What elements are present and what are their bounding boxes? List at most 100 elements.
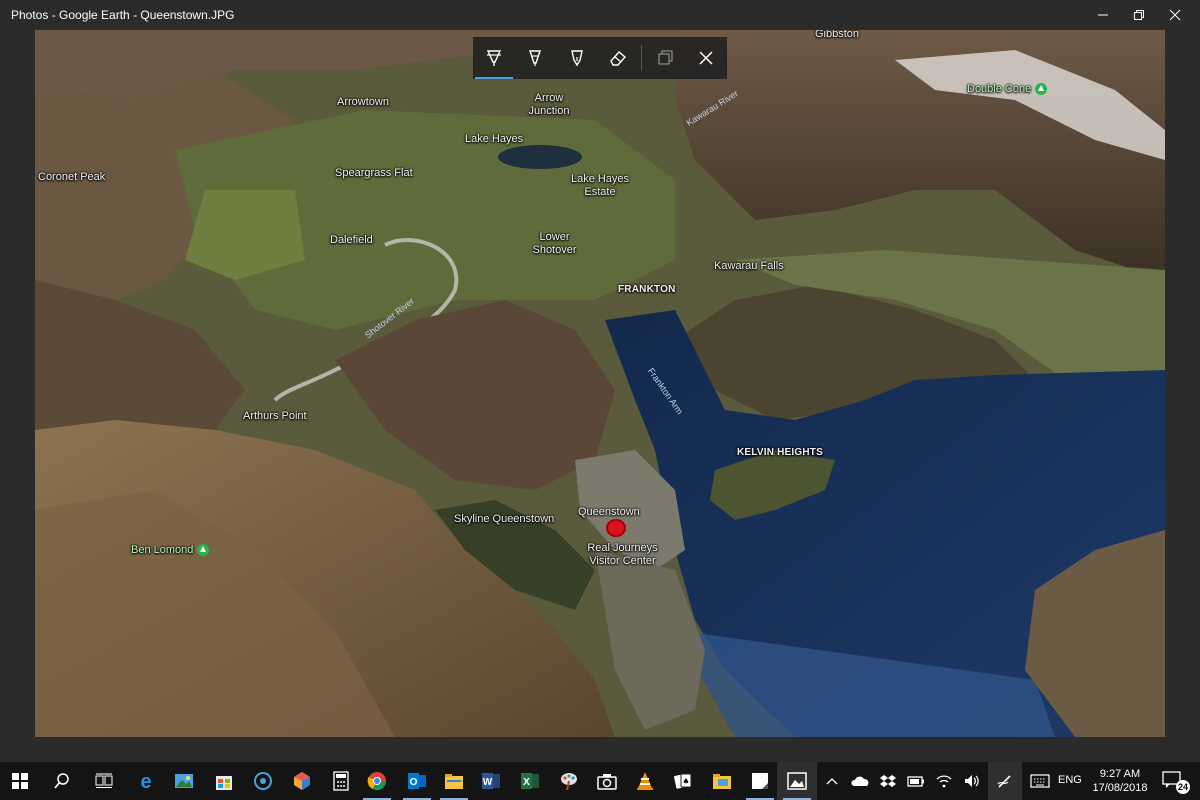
start-button[interactable]: [0, 762, 40, 800]
label-real-journeys-line2: Visitor Center: [589, 555, 656, 567]
eraser-icon: [610, 51, 627, 66]
taskbar-excel[interactable]: X: [510, 762, 550, 800]
label-lake-hayes-estate: Lake Hayes Estate: [565, 173, 635, 199]
taskbar-calculator[interactable]: [321, 762, 361, 800]
folder-photos-icon: [713, 774, 731, 789]
pencil-icon: [529, 50, 542, 66]
label-lower-shotover-line1: Lower: [539, 231, 570, 243]
tray-volume[interactable]: [960, 762, 984, 800]
task-view-icon: [95, 773, 113, 788]
tray-pen-workspace[interactable]: [988, 762, 1022, 800]
calligraphy-pen-icon: [570, 50, 583, 67]
clock-date: 17/08/2018: [1092, 782, 1148, 794]
close-icon: [1169, 9, 1181, 21]
label-kawarau-falls: Kawarau Falls: [714, 260, 784, 272]
store-icon: [216, 776, 232, 790]
sticky-notes-icon: [752, 773, 768, 789]
taskbar-file-explorer[interactable]: [434, 762, 474, 800]
peak-marker-icon: [197, 544, 210, 557]
label-lake-hayes-estate-line2: Estate: [584, 186, 616, 198]
label-gibbston: Gibbston: [815, 30, 860, 40]
minimize-icon: [1098, 14, 1108, 16]
taskbar-camera[interactable]: [587, 762, 627, 800]
tray-onedrive[interactable]: [848, 762, 872, 800]
taskbar-3d-viewer[interactable]: [282, 762, 322, 800]
label-lower-shotover-line2: Shotover: [532, 244, 577, 256]
taskbar-chrome[interactable]: [357, 762, 397, 800]
onedrive-icon: [851, 776, 869, 786]
tray-wifi[interactable]: [932, 762, 956, 800]
svg-text:♠: ♠: [682, 777, 689, 786]
peak-marker-icon: [1035, 83, 1048, 96]
edge-icon: e: [140, 771, 151, 791]
close-ink-button[interactable]: [685, 37, 727, 79]
ballpoint-pen-tool[interactable]: [473, 37, 515, 79]
label-lower-shotover: Lower Shotover: [527, 231, 582, 257]
close-icon: [699, 51, 713, 65]
taskbar-store[interactable]: [204, 762, 244, 800]
photos-icon: [787, 772, 807, 790]
label-arrowtown: Arrowtown: [337, 96, 389, 108]
save-copy-icon: [658, 50, 673, 65]
clock[interactable]: 9:27 AM 17/08/2018: [1090, 767, 1150, 795]
label-lake-hayes: Lake Hayes: [465, 133, 524, 145]
red-ink-marker: [606, 519, 626, 537]
file-explorer-icon: [445, 774, 463, 789]
calligraphy-pen-tool[interactable]: [556, 37, 598, 79]
google-earth-photo[interactable]: Gibbston Arrowtown Arrow Junction Kawara…: [35, 30, 1165, 737]
save-copy-button[interactable]: [644, 37, 686, 79]
tray-touch-keyboard[interactable]: [1026, 762, 1054, 800]
label-ben-lomond-text: Ben Lomond: [131, 544, 194, 556]
pencil-tool[interactable]: [515, 37, 557, 79]
label-skyline-queenstown: Skyline Queenstown: [454, 513, 555, 525]
power-icon: [907, 776, 924, 787]
camera-icon: [597, 774, 617, 790]
taskbar-sticky-notes[interactable]: [740, 762, 780, 800]
dialer-icon: [254, 772, 272, 790]
chrome-icon: [367, 772, 386, 791]
taskbar-photos-gallery[interactable]: [164, 762, 204, 800]
input-language[interactable]: ENG: [1058, 774, 1082, 786]
windows-start-icon: [12, 773, 28, 789]
taskbar-dialer[interactable]: [243, 762, 283, 800]
volume-icon: [965, 775, 979, 787]
taskbar-word[interactable]: W: [471, 762, 511, 800]
clock-time: 9:27 AM: [1099, 768, 1141, 780]
window-title-bar: Photos - Google Earth - Queenstown.JPG: [0, 0, 1200, 30]
label-real-journeys: Real Journeys Visitor Center: [580, 542, 665, 568]
outlook-icon: O: [408, 773, 426, 789]
show-hidden-icons-button[interactable]: [822, 762, 842, 800]
task-view-button[interactable]: [84, 762, 124, 800]
keyboard-icon: [1030, 774, 1050, 788]
window-title: Photos - Google Earth - Queenstown.JPG: [11, 8, 235, 22]
taskbar-paint[interactable]: [549, 762, 589, 800]
taskbar-outlook[interactable]: O: [397, 762, 437, 800]
taskbar-solitaire[interactable]: ♠: [663, 762, 703, 800]
notification-count-badge: 24: [1176, 780, 1190, 794]
svg-text:e: e: [140, 771, 151, 791]
svg-text:O: O: [410, 777, 418, 788]
aerial-terrain-image: [35, 30, 1165, 737]
label-kelvin-heights: KELVIN HEIGHTS: [737, 447, 823, 458]
search-icon: [54, 773, 69, 789]
taskbar-photos[interactable]: [777, 762, 817, 800]
taskbar-edge[interactable]: e: [126, 762, 166, 800]
taskbar-folder-photos[interactable]: [702, 762, 742, 800]
tray-power[interactable]: [904, 762, 928, 800]
close-window-button[interactable]: [1152, 0, 1198, 30]
label-frankton: FRANKTON: [618, 284, 676, 295]
ballpoint-pen-icon: [486, 50, 501, 66]
tray-dropbox[interactable]: [876, 762, 900, 800]
restore-icon: [1134, 10, 1144, 20]
label-speargrass-flat: Speargrass Flat: [335, 167, 413, 179]
dropbox-icon: [880, 775, 896, 787]
label-arrow-junction-line2: Junction: [528, 105, 570, 117]
taskbar-vlc[interactable]: [625, 762, 665, 800]
svg-text:X: X: [523, 777, 530, 788]
word-icon: W: [482, 773, 500, 789]
calculator-icon: [333, 771, 349, 791]
eraser-tool[interactable]: [598, 37, 640, 79]
paint-icon: [561, 773, 577, 791]
photos-gallery-icon: [175, 774, 193, 788]
search-button[interactable]: [42, 762, 82, 800]
